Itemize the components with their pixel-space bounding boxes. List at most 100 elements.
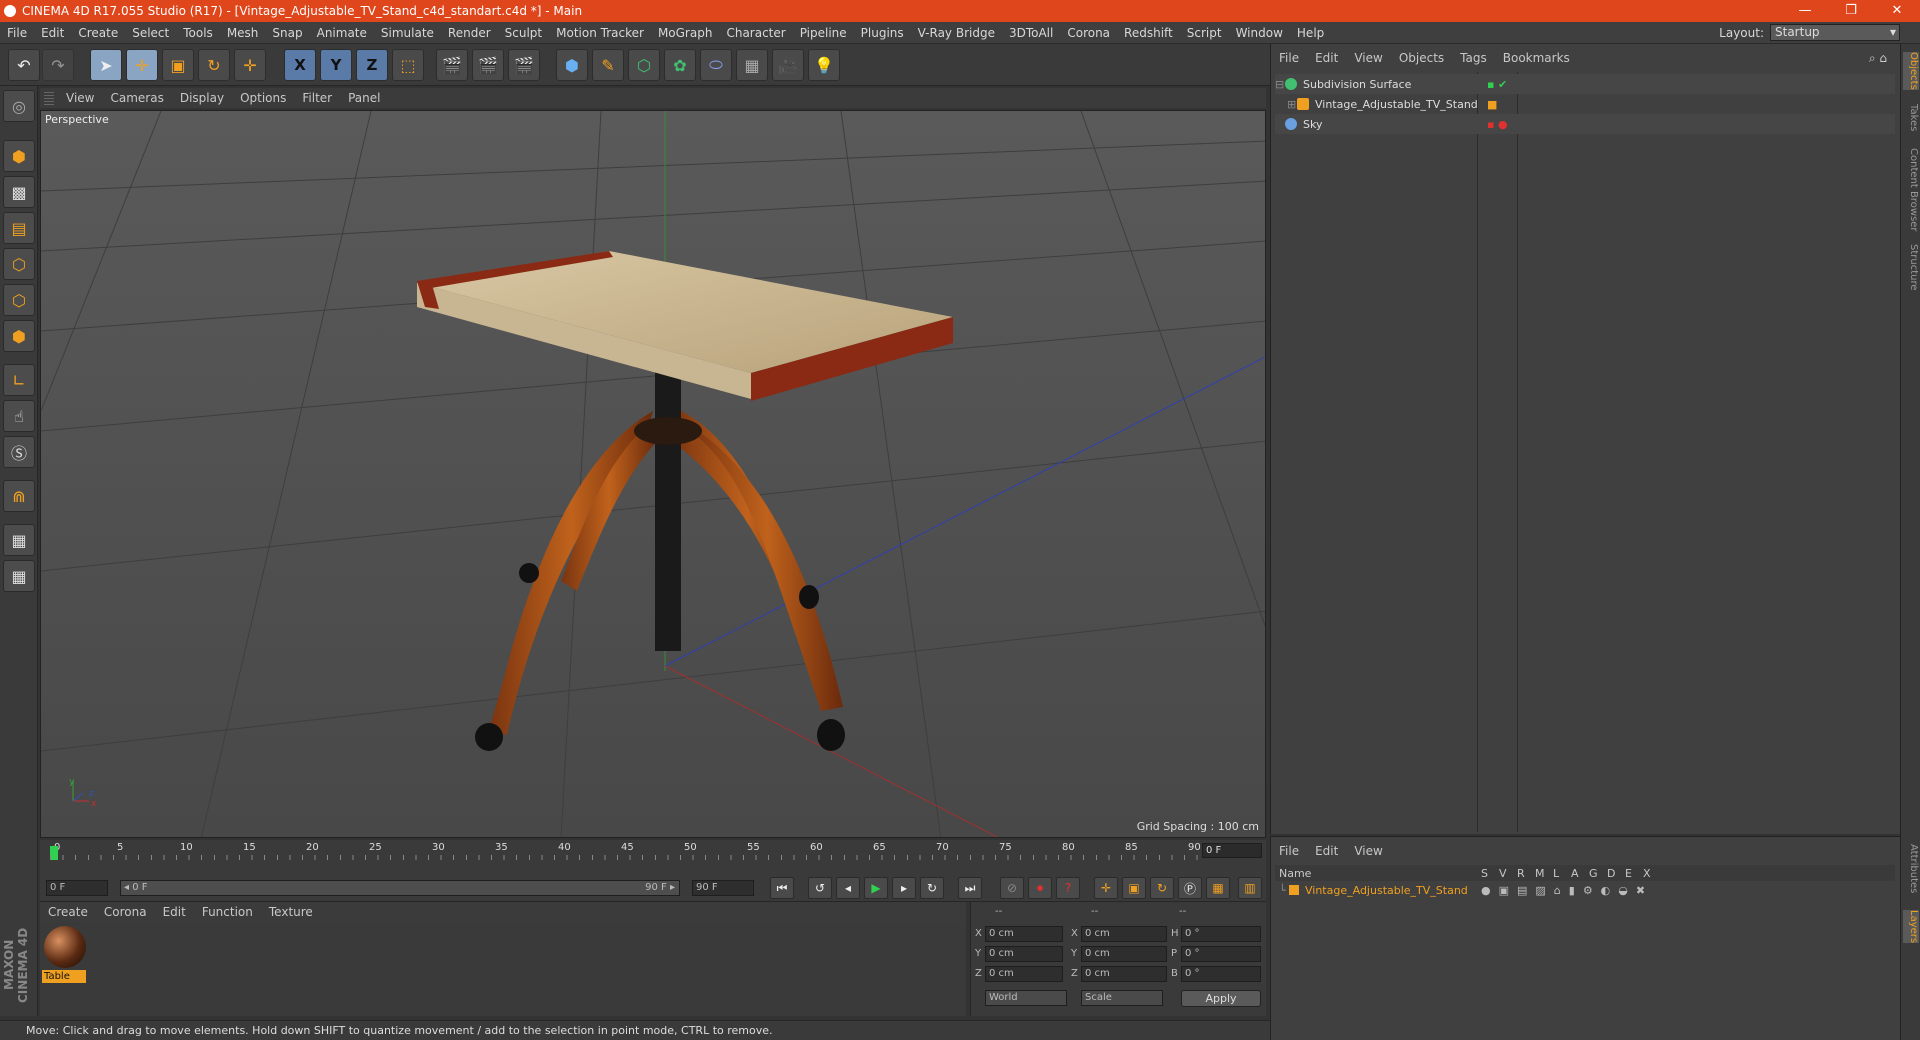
menu-create[interactable]: Create <box>71 26 125 40</box>
position-z-field[interactable]: 0 cm <box>985 966 1063 982</box>
y-axis-button[interactable]: Y <box>320 49 352 81</box>
object-row-sky[interactable]: Sky ▪ ● <box>1275 114 1895 134</box>
play-button[interactable]: ▶ <box>864 877 888 899</box>
menu-3dtoall[interactable]: 3DToAll <box>1002 26 1060 40</box>
scale-tool-button[interactable]: ▣ <box>162 49 194 81</box>
size-y-field[interactable]: 0 cm <box>1081 946 1167 962</box>
viewport-menu-display[interactable]: Display <box>172 91 232 105</box>
rotation-h-field[interactable]: 0 ° <box>1181 926 1261 942</box>
object-menu-file[interactable]: File <box>1271 51 1307 65</box>
object-row-subdivision-surface[interactable]: ⊟ Subdivision Surface ▪ ✔ <box>1275 74 1895 94</box>
frame-ruler[interactable]: 0 5 10 15 20 25 30 35 40 45 50 55 60 65 … <box>50 842 1201 860</box>
menu-tools[interactable]: Tools <box>176 26 220 40</box>
object-menu-edit[interactable]: Edit <box>1307 51 1346 65</box>
pen-icon[interactable]: ✎ <box>592 49 624 81</box>
menu-pipeline[interactable]: Pipeline <box>793 26 854 40</box>
material-thumbnail[interactable] <box>44 926 86 968</box>
layer-toggle-icons[interactable]: ●▣▤▨⌂▮⚙◐◒✖ <box>1481 884 1653 897</box>
menu-mograph[interactable]: MoGraph <box>651 26 720 40</box>
tweak-mode-icon[interactable]: ☝ <box>3 400 35 432</box>
menu-edit[interactable]: Edit <box>34 26 71 40</box>
array-icon[interactable]: ✿ <box>664 49 696 81</box>
layer-row[interactable]: └ Vintage_Adjustable_TV_Stand ●▣▤▨⌂▮⚙◐◒✖ <box>1275 881 1895 899</box>
solo-icon[interactable]: Ⓢ <box>3 436 35 468</box>
menu-motion-tracker[interactable]: Motion Tracker <box>549 26 651 40</box>
move-tool-button[interactable]: ✛ <box>126 49 158 81</box>
workplane-lock-icon[interactable]: ▦ <box>3 524 35 556</box>
material-name[interactable]: Table <box>42 970 86 983</box>
axis-mode-icon[interactable]: ∟ <box>3 364 35 396</box>
tab-objects[interactable]: Objects <box>1903 52 1919 90</box>
edges-mode-icon[interactable]: ⬡ <box>3 284 35 316</box>
visibility-dots-icon[interactable]: ▪ ● <box>1487 118 1508 131</box>
layer-color-icon[interactable]: ■ <box>1487 98 1497 111</box>
make-editable-icon[interactable]: ◎ <box>3 90 35 122</box>
texture-mode-icon[interactable]: ▩ <box>3 176 35 208</box>
model-mode-icon[interactable]: ⬢ <box>3 140 35 172</box>
x-axis-button[interactable]: X <box>284 49 316 81</box>
menu-plugins[interactable]: Plugins <box>854 26 911 40</box>
key-parameter-button[interactable]: Ⓟ <box>1178 877 1202 899</box>
coordinate-system-icon[interactable]: ⬚ <box>392 49 424 81</box>
next-key-button[interactable]: ↻ <box>920 877 944 899</box>
render-settings-icon[interactable]: 🎬 <box>508 49 540 81</box>
points-mode-icon[interactable]: ⬡ <box>3 248 35 280</box>
size-x-field[interactable]: 0 cm <box>1081 926 1167 942</box>
apply-button[interactable]: Apply <box>1181 990 1261 1007</box>
cube-icon[interactable]: ⬢ <box>556 49 588 81</box>
workplane-icon[interactable]: ▤ <box>3 212 35 244</box>
menu-vray-bridge[interactable]: V-Ray Bridge <box>911 26 1002 40</box>
tree-toggle-icon[interactable]: ⊞ <box>1287 98 1297 111</box>
layer-menu-file[interactable]: File <box>1271 844 1307 858</box>
menu-help[interactable]: Help <box>1290 26 1331 40</box>
rotation-p-field[interactable]: 0 ° <box>1181 946 1261 962</box>
position-x-field[interactable]: 0 cm <box>985 926 1063 942</box>
timeline[interactable]: 0 5 10 15 20 25 30 35 40 45 50 55 60 65 … <box>40 840 1266 876</box>
tab-content-browser[interactable]: Content Browser <box>1903 148 1919 231</box>
autokey-button[interactable]: ⏺ <box>1028 877 1052 899</box>
layer-menu-edit[interactable]: Edit <box>1307 844 1346 858</box>
rotation-b-field[interactable]: 0 ° <box>1181 966 1261 982</box>
live-selection-button[interactable]: ✛ <box>234 49 266 81</box>
close-button[interactable]: ✕ <box>1874 0 1920 22</box>
planar-workplane-icon[interactable]: ▦ <box>3 560 35 592</box>
material-menu-create[interactable]: Create <box>40 905 96 919</box>
key-scale-button[interactable]: ▣ <box>1122 877 1146 899</box>
size-z-field[interactable]: 0 cm <box>1081 966 1167 982</box>
object-menu-view[interactable]: View <box>1346 51 1390 65</box>
minimize-button[interactable]: — <box>1782 0 1828 22</box>
object-row-tv-stand[interactable]: ⊞ Vintage_Adjustable_TV_Stand ■ <box>1275 94 1895 114</box>
previous-frame-button[interactable]: ◂ <box>836 877 860 899</box>
key-position-button[interactable]: ✛ <box>1094 877 1118 899</box>
menu-character[interactable]: Character <box>719 26 792 40</box>
coordinate-mode-dropdown[interactable]: World <box>985 990 1067 1006</box>
search-icon[interactable]: ⌕ ⌂ <box>1869 51 1887 66</box>
polygons-mode-icon[interactable]: ⬢ <box>3 320 35 352</box>
render-picture-viewer-icon[interactable]: 🎬 <box>472 49 504 81</box>
redo-button[interactable]: ↷ <box>42 49 74 81</box>
start-frame-field[interactable]: 0 F <box>46 880 108 896</box>
material-menu-function[interactable]: Function <box>194 905 261 919</box>
snap-magnet-icon[interactable]: ⋒ <box>3 480 35 512</box>
viewport-menu-options[interactable]: Options <box>232 91 294 105</box>
menu-select[interactable]: Select <box>125 26 176 40</box>
menu-redshift[interactable]: Redshift <box>1117 26 1180 40</box>
go-to-start-button[interactable]: ⏮ <box>770 877 794 899</box>
viewport-menu-filter[interactable]: Filter <box>294 91 340 105</box>
keyframe-selection-button[interactable]: ? <box>1056 877 1080 899</box>
tree-toggle-icon[interactable]: ⊟ <box>1275 78 1285 91</box>
menu-window[interactable]: Window <box>1229 26 1290 40</box>
render-view-icon[interactable]: 🎬 <box>436 49 468 81</box>
record-active-button[interactable]: ⊘ <box>1000 877 1024 899</box>
layer-color-swatch[interactable] <box>1289 885 1299 895</box>
tab-takes[interactable]: Takes <box>1903 104 1919 131</box>
menu-corona[interactable]: Corona <box>1060 26 1117 40</box>
select-tool-button[interactable]: ➤ <box>90 49 122 81</box>
layout-dropdown[interactable]: Startup <box>1770 24 1900 41</box>
tab-layers[interactable]: Layers <box>1903 910 1919 944</box>
position-y-field[interactable]: 0 cm <box>985 946 1063 962</box>
camera-icon[interactable]: 🎥 <box>772 49 804 81</box>
subdivision-icon[interactable]: ⬡ <box>628 49 660 81</box>
key-pla-button[interactable]: ▦ <box>1206 877 1230 899</box>
menu-sculpt[interactable]: Sculpt <box>498 26 549 40</box>
